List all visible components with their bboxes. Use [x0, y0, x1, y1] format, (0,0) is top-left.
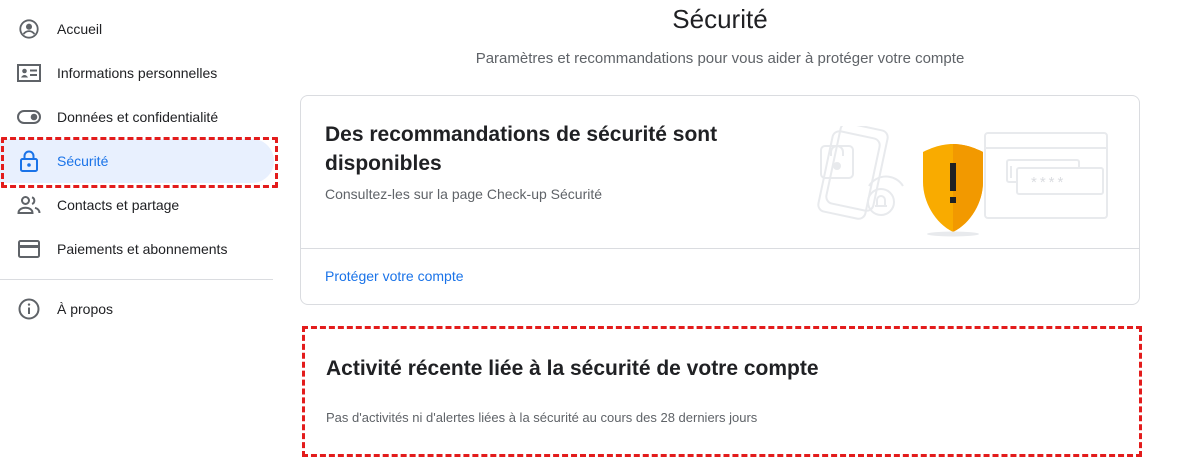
- id-card-icon: [17, 61, 41, 85]
- security-page: Accueil Informations personnelles Donnée…: [0, 0, 1188, 476]
- credit-card-icon: [17, 237, 41, 261]
- warning-shield-icon: [923, 144, 983, 237]
- recommendations-description: Consultez-les sur la page Check-up Sécur…: [325, 186, 603, 202]
- toggle-icon: [17, 105, 41, 129]
- protect-account-link[interactable]: Protéger votre compte: [325, 268, 464, 284]
- page-subtitle: Paramètres et recommandations pour vous …: [475, 50, 965, 67]
- account-circle-icon: [17, 17, 41, 41]
- recommendations-title: Des recommandations de sécurité sont dis…: [325, 123, 718, 175]
- sidebar-item-accueil[interactable]: Accueil: [0, 7, 274, 51]
- recent-security-activity-card[interactable]: Activité récente liée à la sécurité de v…: [302, 326, 1142, 457]
- sidebar-item-securite[interactable]: Sécurité: [0, 139, 274, 183]
- security-recommendations-card: Des recommandations de sécurité sont dis…: [300, 95, 1140, 305]
- lock-icon: [17, 149, 41, 173]
- sidebar-item-label: À propos: [57, 301, 114, 317]
- info-icon: [17, 297, 41, 321]
- sidebar-item-label: Accueil: [57, 21, 103, 37]
- recent-activity-description: Pas d'activités ni d'alertes liées à la …: [326, 410, 758, 425]
- svg-text:****: ****: [1031, 174, 1066, 191]
- sidebar-divider: [0, 279, 273, 280]
- phone-illustration-icon: [817, 122, 904, 220]
- recent-activity-title: Activité récente liée à la sécurité de v…: [326, 357, 819, 380]
- sidebar-item-label: Contacts et partage: [57, 197, 180, 213]
- people-icon: [17, 193, 41, 217]
- sidebar-item-contacts-partage[interactable]: Contacts et partage: [0, 183, 274, 227]
- page-title: Sécurité: [672, 4, 768, 34]
- sidebar-item-label: Paiements et abonnements: [57, 241, 228, 257]
- sidebar-item-donnees-confidentialite[interactable]: Données et confidentialité: [0, 95, 274, 139]
- sidebar-item-a-propos[interactable]: À propos: [0, 287, 274, 331]
- sidebar: Accueil Informations personnelles Donnée…: [0, 0, 280, 476]
- card-divider: [301, 248, 1139, 249]
- sidebar-item-label: Sécurité: [57, 153, 109, 169]
- sidebar-item-informations-personnelles[interactable]: Informations personnelles: [0, 51, 274, 95]
- security-illustration: ****: [811, 122, 1111, 238]
- sidebar-item-paiements-abonnements[interactable]: Paiements et abonnements: [0, 227, 274, 271]
- sidebar-item-label: Informations personnelles: [57, 65, 218, 81]
- sidebar-item-label: Données et confidentialité: [57, 109, 219, 125]
